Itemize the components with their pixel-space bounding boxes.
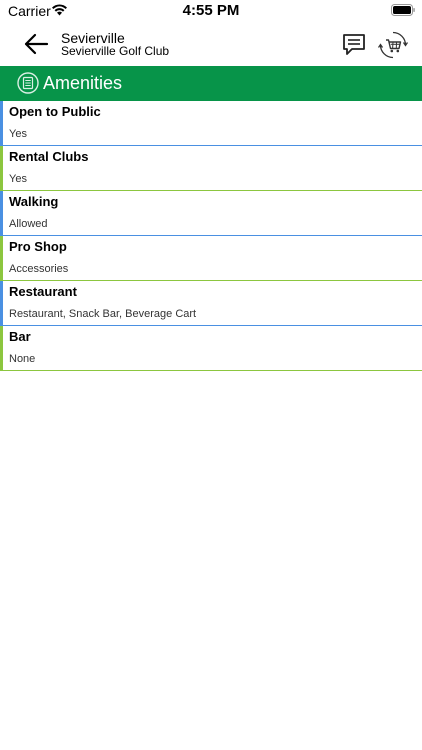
amenity-name: Pro Shop (9, 239, 67, 254)
amenities-section-header: Amenities (0, 66, 422, 101)
amenity-name: Restaurant (9, 284, 77, 299)
amenity-name: Bar (9, 329, 31, 344)
amenity-name: Open to Public (9, 104, 101, 119)
row-accent-bar (0, 326, 3, 370)
amenity-row-open-to-public: Open to Public Yes (0, 101, 422, 146)
amenity-row-pro-shop: Pro Shop Accessories (0, 236, 422, 281)
chat-bubble-icon[interactable] (341, 31, 367, 57)
course-name-subtitle: Sevierville Golf Club (61, 44, 170, 58)
section-title: Amenities (43, 73, 123, 93)
battery-icon (391, 4, 415, 16)
row-accent-bar (0, 146, 3, 190)
row-accent-bar (0, 281, 3, 325)
row-accent-bar (0, 191, 3, 235)
amenity-value: Accessories (9, 263, 69, 275)
amenity-value: Allowed (9, 218, 48, 230)
arrow-left-icon[interactable] (22, 32, 50, 56)
list-document-icon (17, 72, 39, 94)
status-bar: Carrier 4:55 PM (0, 0, 422, 22)
amenity-name: Walking (9, 194, 59, 209)
amenity-value: Yes (9, 173, 27, 185)
cart-sync-icon[interactable] (378, 30, 408, 60)
clock: 4:55 PM (182, 2, 240, 19)
amenity-row-walking: Walking Allowed (0, 191, 422, 236)
amenity-row-restaurant: Restaurant Restaurant, Snack Bar, Bevera… (0, 281, 422, 326)
amenity-value: Restaurant, Snack Bar, Beverage Cart (9, 308, 197, 320)
row-accent-bar (0, 101, 3, 145)
row-accent-bar (0, 236, 3, 280)
navigation-bar: Sevierville Sevierville Golf Club (0, 22, 422, 66)
amenity-value: None (9, 353, 36, 365)
amenity-row-rental-clubs: Rental Clubs Yes (0, 146, 422, 191)
amenity-row-bar: Bar None (0, 326, 422, 371)
amenity-name: Rental Clubs (9, 149, 89, 164)
amenity-value: Yes (9, 128, 27, 140)
amenity-list: Open to Public Yes Rental Clubs Yes Walk… (0, 101, 422, 371)
